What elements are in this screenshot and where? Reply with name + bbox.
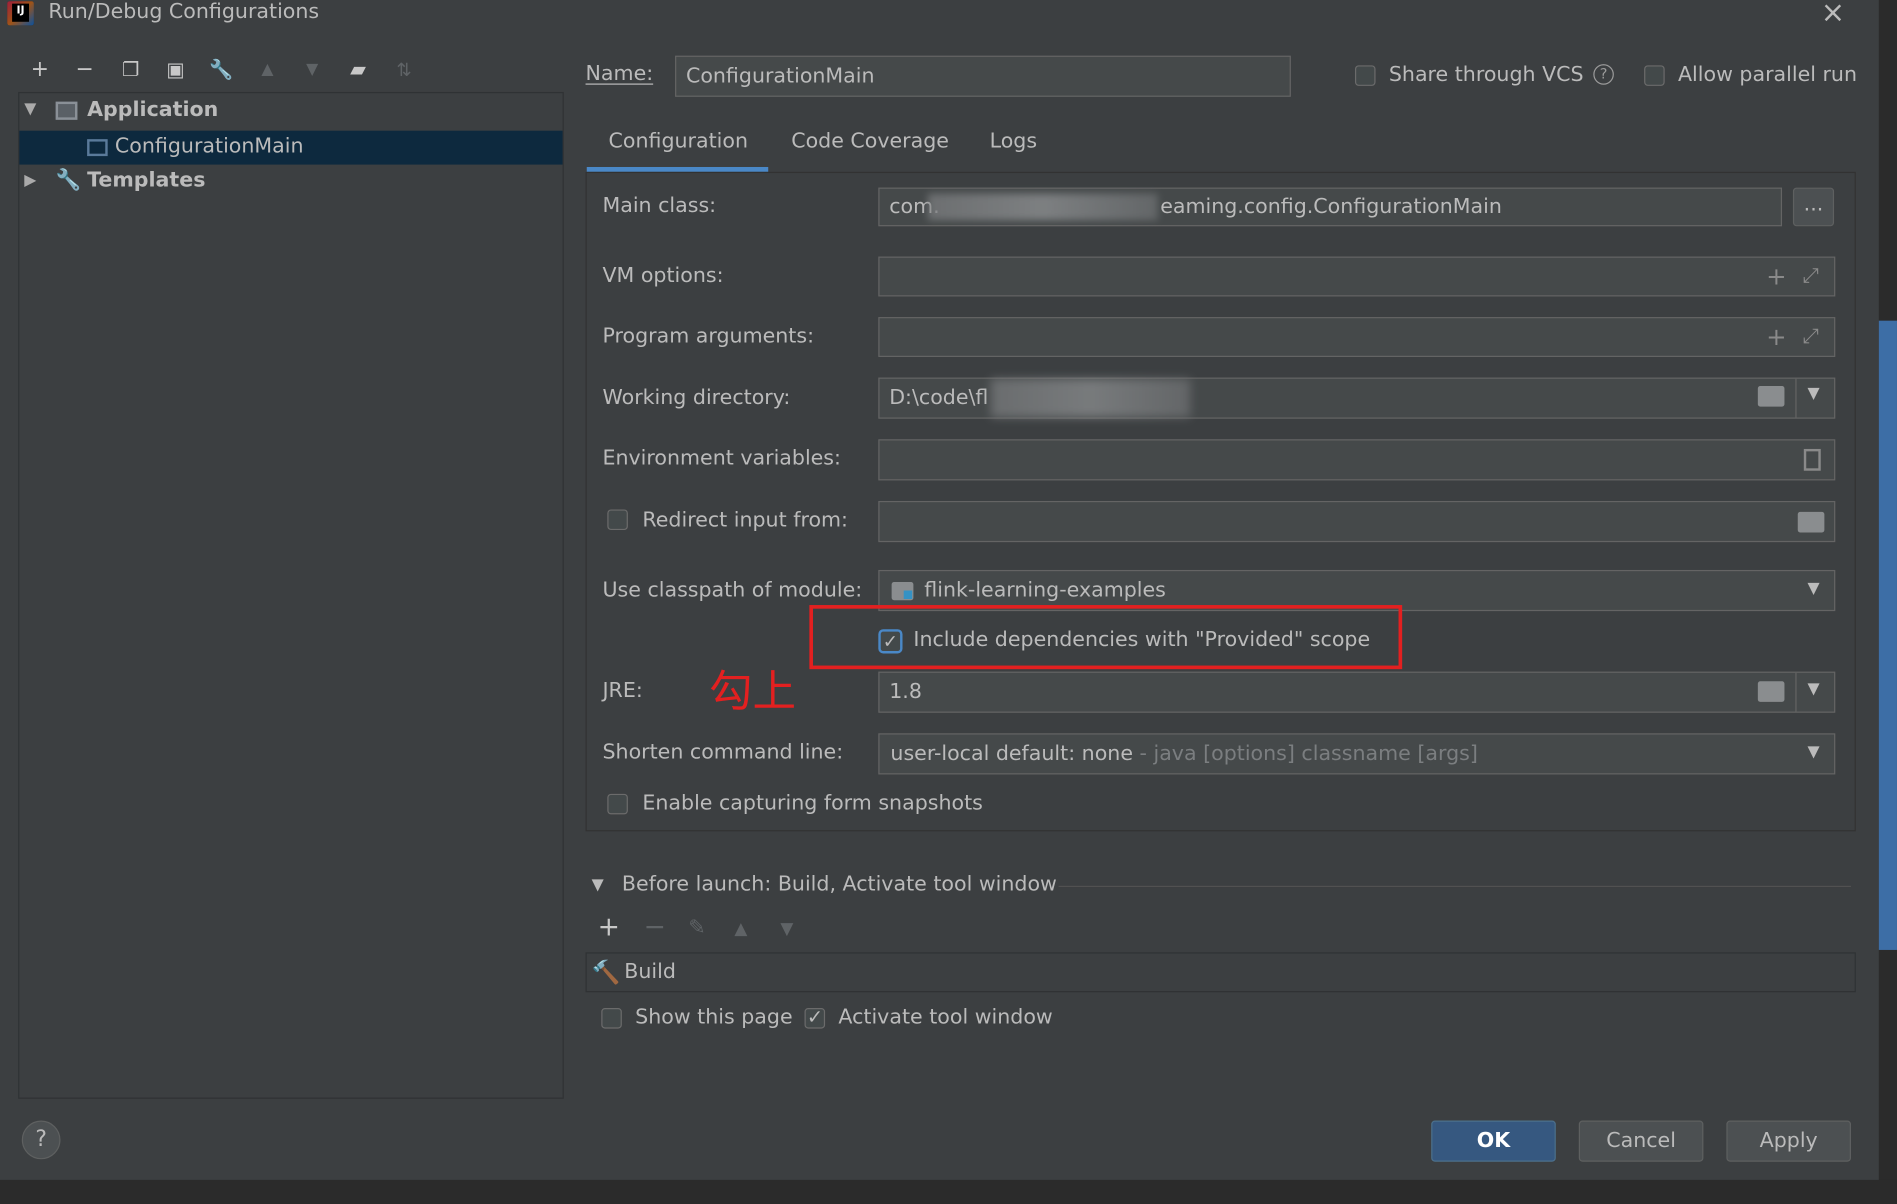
remove-icon[interactable]: − bbox=[71, 56, 98, 85]
divider bbox=[1795, 378, 1797, 418]
allow-parallel-checkbox[interactable] bbox=[1644, 65, 1665, 86]
name-input[interactable]: ConfigurationMain bbox=[675, 55, 1291, 97]
application-icon bbox=[55, 101, 78, 120]
main-class-input[interactable]: com. eaming.config.ConfigurationMain bbox=[878, 187, 1783, 227]
before-launch-toggle-icon[interactable]: ▼ bbox=[592, 876, 604, 894]
blurred-region bbox=[927, 193, 1158, 221]
snapshots-checkbox[interactable] bbox=[607, 793, 628, 815]
background-strip bbox=[1878, 0, 1897, 1204]
folder-icon[interactable] bbox=[1757, 386, 1785, 407]
move-down-icon[interactable]: ▼ bbox=[299, 56, 326, 85]
divider bbox=[1795, 672, 1797, 712]
environment-variables-label: Environment variables: bbox=[602, 446, 841, 471]
share-vcs-label: Share through VCS bbox=[1388, 62, 1584, 88]
window-title: Run/Debug Configurations bbox=[48, 0, 320, 25]
remove-task-icon[interactable]: − bbox=[644, 912, 666, 942]
edit-list-icon[interactable] bbox=[1803, 448, 1821, 471]
background-bottom-strip bbox=[0, 1179, 1897, 1204]
annotation-highlight-box bbox=[809, 605, 1403, 670]
before-launch-title: Before launch: Build, Activate tool wind… bbox=[621, 872, 1057, 897]
ok-button[interactable]: OK bbox=[1431, 1120, 1556, 1162]
snapshots-label: Enable capturing form snapshots bbox=[642, 791, 983, 816]
sort-icon[interactable]: ⇅ bbox=[391, 56, 418, 85]
wrench-icon[interactable]: 🔧 bbox=[208, 56, 235, 85]
save-icon[interactable]: ▣ bbox=[162, 56, 189, 85]
jre-label: JRE: bbox=[602, 678, 643, 704]
shorten-value: user-local default: none bbox=[890, 741, 1133, 766]
move-task-up-icon[interactable]: ▲ bbox=[734, 920, 747, 939]
new-folder-icon[interactable]: ▰ bbox=[345, 56, 372, 85]
config-icon bbox=[87, 139, 108, 157]
browse-main-class-button[interactable]: ... bbox=[1792, 187, 1835, 227]
annotation-label: 勾上 bbox=[708, 667, 797, 718]
configuration-tree: ▼ Application ConfigurationMain ▶ 🔧 Temp… bbox=[18, 91, 564, 1099]
templates-wrench-icon: 🔧 bbox=[55, 168, 82, 193]
chevron-down-icon[interactable]: ▼ bbox=[1807, 385, 1819, 403]
edit-task-icon[interactable]: ✎ bbox=[688, 916, 705, 940]
classpath-module-label: Use classpath of module: bbox=[602, 578, 863, 603]
redirect-input-label: Redirect input from: bbox=[642, 508, 848, 533]
tab-logs[interactable]: Logs bbox=[990, 129, 1037, 153]
tree-item-application[interactable]: Application bbox=[87, 98, 218, 122]
chevron-down-icon[interactable]: ▼ bbox=[1807, 743, 1819, 761]
collapse-arrow-icon[interactable]: ▶ bbox=[24, 172, 36, 190]
expand-arrow-icon[interactable]: ▼ bbox=[24, 100, 36, 118]
tree-item-configuration[interactable]: ConfigurationMain bbox=[19, 130, 563, 165]
build-task[interactable]: Build bbox=[624, 960, 676, 984]
tree-item-templates[interactable]: Templates bbox=[87, 168, 205, 192]
tab-configuration[interactable]: Configuration bbox=[609, 129, 748, 153]
before-launch-list: 🔨 Build bbox=[585, 952, 1856, 993]
main-class-label: Main class: bbox=[602, 193, 717, 218]
name-label: Name: bbox=[585, 61, 654, 86]
expand-icon[interactable]: ⤢ bbox=[1803, 264, 1819, 288]
shorten-hint: - java [options] classname [args] bbox=[1132, 741, 1478, 766]
cancel-button[interactable]: Cancel bbox=[1578, 1120, 1704, 1162]
vm-options-label: VM options: bbox=[602, 263, 724, 289]
move-task-down-icon[interactable]: ▼ bbox=[780, 920, 793, 939]
help-button[interactable]: ? bbox=[21, 1120, 61, 1160]
module-folder-icon bbox=[891, 582, 914, 601]
add-icon[interactable]: + bbox=[27, 56, 54, 85]
environment-variables-input[interactable] bbox=[878, 439, 1836, 481]
add-task-icon[interactable]: + bbox=[598, 912, 620, 942]
add-argument-icon[interactable]: + bbox=[1766, 322, 1786, 351]
tab-code-coverage[interactable]: Code Coverage bbox=[791, 129, 949, 153]
shorten-command-label: Shorten command line: bbox=[602, 740, 844, 765]
show-page-checkbox[interactable] bbox=[601, 1008, 622, 1029]
vm-options-input[interactable]: + ⤢ bbox=[878, 256, 1836, 297]
redirect-input-checkbox[interactable] bbox=[607, 509, 628, 531]
close-icon[interactable]: × bbox=[1821, 0, 1845, 29]
background-highlight bbox=[1878, 320, 1897, 950]
activate-tool-checkbox[interactable] bbox=[804, 1006, 826, 1029]
share-vcs-checkbox[interactable] bbox=[1354, 65, 1376, 86]
expand-icon[interactable]: ⤢ bbox=[1803, 324, 1819, 348]
chevron-down-icon[interactable]: ▼ bbox=[1807, 580, 1819, 598]
activate-tool-label: Activate tool window bbox=[838, 1005, 1053, 1030]
tree-item-configuration-label: ConfigurationMain bbox=[114, 134, 304, 159]
shorten-command-dropdown[interactable]: user-local default: none - java [options… bbox=[878, 733, 1836, 775]
blurred-region bbox=[990, 378, 1191, 418]
folder-icon[interactable] bbox=[1757, 681, 1785, 702]
allow-parallel-label: Allow parallel run bbox=[1677, 62, 1858, 88]
add-option-icon[interactable]: + bbox=[1766, 261, 1786, 290]
move-up-icon[interactable]: ▲ bbox=[254, 56, 281, 85]
run-debug-dialog: IJ Run/Debug Configurations × + − ❐ ▣ 🔧 … bbox=[0, 0, 1897, 1204]
build-hammer-icon: 🔨 bbox=[591, 959, 621, 987]
program-arguments-label: Program arguments: bbox=[602, 324, 815, 349]
copy-icon[interactable]: ❐ bbox=[117, 56, 144, 85]
working-directory-label: Working directory: bbox=[602, 386, 791, 411]
jre-dropdown[interactable]: 1.8 ▼ bbox=[878, 671, 1836, 713]
working-directory-input[interactable]: D:\code\fl ▼ bbox=[878, 377, 1836, 419]
show-page-label: Show this page bbox=[635, 1005, 793, 1030]
help-icon[interactable]: ? bbox=[1593, 64, 1614, 85]
intellij-logo-icon: IJ bbox=[7, 1, 34, 26]
redirect-input-field[interactable] bbox=[878, 500, 1836, 543]
chevron-down-icon[interactable]: ▼ bbox=[1807, 680, 1819, 698]
apply-button[interactable]: Apply bbox=[1726, 1120, 1851, 1162]
separator bbox=[1058, 885, 1851, 888]
program-arguments-input[interactable]: + ⤢ bbox=[878, 317, 1836, 357]
folder-icon[interactable] bbox=[1797, 511, 1825, 533]
